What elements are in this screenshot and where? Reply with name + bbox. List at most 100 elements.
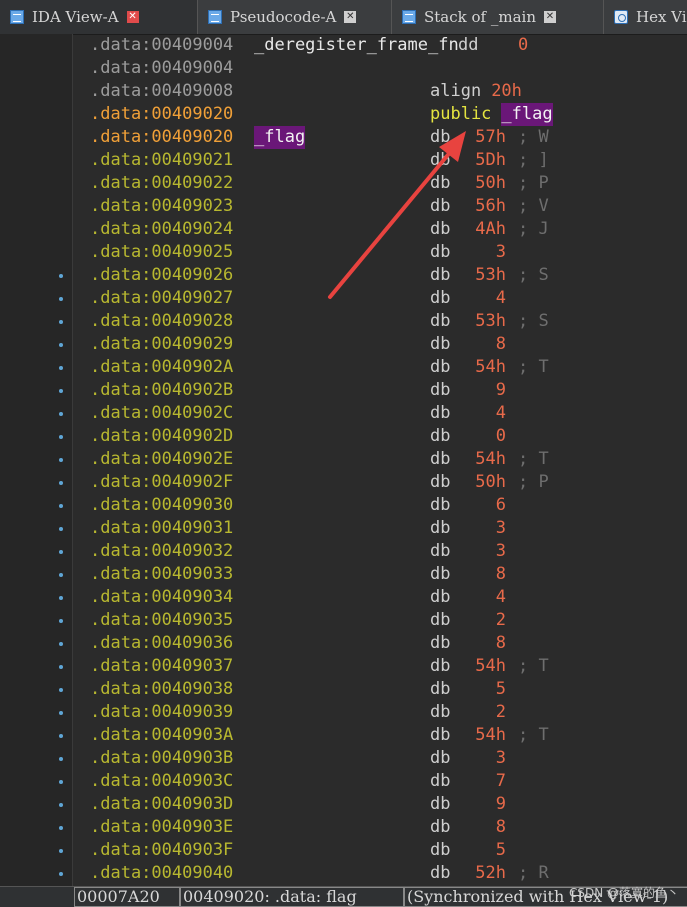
row-address[interactable]: .data:00409020 xyxy=(90,126,233,149)
close-icon[interactable]: ✕ xyxy=(543,11,556,23)
listing-row[interactable]: .data:00409008 align 20h xyxy=(72,80,687,103)
breakpoint-dot-icon[interactable] xyxy=(59,481,63,485)
listing-row[interactable]: .data:0040902B db 9 xyxy=(72,379,687,402)
row-address[interactable]: .data:0040903E xyxy=(90,816,233,839)
row-address[interactable]: .data:0040903C xyxy=(90,770,233,793)
listing-row[interactable]: .data:00409027 db 4 xyxy=(72,287,687,310)
row-label[interactable]: _deregister_frame_fn xyxy=(254,34,459,57)
row-address[interactable]: .data:00409039 xyxy=(90,701,233,724)
breakpoint-dot-icon[interactable] xyxy=(59,435,63,439)
row-operand[interactable]: 8 xyxy=(474,563,506,586)
row-operand[interactable]: 56h xyxy=(474,195,506,218)
listing-row[interactable]: .data:00409004 xyxy=(72,57,687,80)
row-address[interactable]: .data:00409008 xyxy=(90,80,233,103)
listing-row[interactable]: .data:00409025 db 3 xyxy=(72,241,687,264)
row-operand[interactable]: 53h xyxy=(474,310,506,333)
row-address[interactable]: .data:0040903B xyxy=(90,747,233,770)
row-operand[interactable]: 57h xyxy=(474,126,506,149)
listing-row[interactable]: .data:00409020 _flag db 57h ; W xyxy=(72,126,687,149)
listing-row[interactable]: .data:00409035 db 2 xyxy=(72,609,687,632)
breakpoint-dot-icon[interactable] xyxy=(59,343,63,347)
row-operand[interactable]: 3 xyxy=(474,517,506,540)
breakpoint-dot-icon[interactable] xyxy=(59,826,63,830)
breakpoint-dot-icon[interactable] xyxy=(59,757,63,761)
listing-row[interactable]: .data:0040903A db 54h ; T xyxy=(72,724,687,747)
row-address[interactable]: .data:00409036 xyxy=(90,632,233,655)
tab-pseudocode[interactable]: Pseudocode-A ✕ xyxy=(198,0,392,34)
listing-row[interactable]: .data:0040902C db 4 xyxy=(72,402,687,425)
breakpoint-dot-icon[interactable] xyxy=(59,711,63,715)
row-address[interactable]: .data:00409025 xyxy=(90,241,233,264)
breakpoint-dot-icon[interactable] xyxy=(59,573,63,577)
listing-row[interactable]: .data:00409022 db 50h ; P xyxy=(72,172,687,195)
breakpoint-dot-icon[interactable] xyxy=(59,297,63,301)
listing-gutter[interactable] xyxy=(0,34,73,886)
row-operand[interactable]: 5 xyxy=(474,839,506,862)
tab-hex-view[interactable]: Hex View-1 xyxy=(604,0,687,34)
listing-row[interactable]: .data:00409024 db 4Ah ; J xyxy=(72,218,687,241)
listing-row[interactable]: .data:00409033 db 8 xyxy=(72,563,687,586)
row-address[interactable]: .data:0040902F xyxy=(90,471,233,494)
breakpoint-dot-icon[interactable] xyxy=(59,642,63,646)
row-address[interactable]: .data:00409022 xyxy=(90,172,233,195)
breakpoint-dot-icon[interactable] xyxy=(59,688,63,692)
listing-row[interactable]: .data:0040902F db 50h ; P xyxy=(72,471,687,494)
listing-row[interactable]: .data:00409037 db 54h ; T xyxy=(72,655,687,678)
close-icon[interactable]: ✕ xyxy=(126,11,139,23)
row-operand[interactable]: 0 xyxy=(518,34,528,57)
breakpoint-dot-icon[interactable] xyxy=(59,527,63,531)
row-address[interactable]: .data:00409004 xyxy=(90,57,233,80)
listing-row[interactable]: .data:00409038 db 5 xyxy=(72,678,687,701)
listing-row[interactable]: .data:0040902A db 54h ; T xyxy=(72,356,687,379)
row-address[interactable]: .data:0040903A xyxy=(90,724,233,747)
row-operand[interactable]: 8 xyxy=(474,816,506,839)
breakpoint-dot-icon[interactable] xyxy=(59,550,63,554)
row-address[interactable]: .data:00409004 xyxy=(90,34,233,57)
row-operand[interactable]: 54h xyxy=(474,724,506,747)
row-address[interactable]: .data:00409032 xyxy=(90,540,233,563)
row-address[interactable]: .data:00409023 xyxy=(90,195,233,218)
row-operand[interactable]: 8 xyxy=(474,333,506,356)
row-operand[interactable]: 4 xyxy=(474,586,506,609)
listing-row[interactable]: .data:00409004 _deregister_frame_fn dd 0 xyxy=(72,34,687,57)
listing-row[interactable]: .data:00409023 db 56h ; V xyxy=(72,195,687,218)
listing-row[interactable]: .data:0040903B db 3 xyxy=(72,747,687,770)
listing-row[interactable]: .data:00409021 db 5Dh ; ] xyxy=(72,149,687,172)
row-operand[interactable]: 8 xyxy=(474,632,506,655)
row-operand[interactable]: 4 xyxy=(474,402,506,425)
row-operand[interactable]: 4 xyxy=(474,287,506,310)
row-address[interactable]: .data:00409028 xyxy=(90,310,233,333)
row-address[interactable]: .data:0040902E xyxy=(90,448,233,471)
disassembly-listing[interactable]: .data:00409004 _deregister_frame_fn dd 0 .da… xyxy=(72,34,687,886)
breakpoint-dot-icon[interactable] xyxy=(59,412,63,416)
breakpoint-dot-icon[interactable] xyxy=(59,665,63,669)
breakpoint-dot-icon[interactable] xyxy=(59,274,63,278)
row-address[interactable]: .data:00409026 xyxy=(90,264,233,287)
row-address[interactable]: .data:00409030 xyxy=(90,494,233,517)
row-operand[interactable]: 50h xyxy=(474,471,506,494)
row-label[interactable]: _flag xyxy=(254,126,306,149)
listing-row[interactable]: .data:00409026 db 53h ; S xyxy=(72,264,687,287)
breakpoint-dot-icon[interactable] xyxy=(59,619,63,623)
row-operand[interactable]: 3 xyxy=(474,540,506,563)
row-address[interactable]: .data:00409035 xyxy=(90,609,233,632)
listing-row[interactable]: .data:00409032 db 3 xyxy=(72,540,687,563)
row-operand[interactable]: _flag xyxy=(501,103,553,126)
listing-row[interactable]: .data:00409036 db 8 xyxy=(72,632,687,655)
row-operand[interactable]: 20h xyxy=(491,80,522,103)
row-operand[interactable]: 4Ah xyxy=(474,218,506,241)
listing-row[interactable]: .data:00409020 public _flag xyxy=(72,103,687,126)
row-operand[interactable]: 3 xyxy=(474,241,506,264)
row-address[interactable]: .data:00409020 xyxy=(90,103,233,126)
row-operand[interactable]: 5 xyxy=(474,678,506,701)
row-operand[interactable]: 2 xyxy=(474,609,506,632)
row-address[interactable]: .data:00409038 xyxy=(90,678,233,701)
row-address[interactable]: .data:0040903F xyxy=(90,839,233,862)
row-operand[interactable]: 6 xyxy=(474,494,506,517)
breakpoint-dot-icon[interactable] xyxy=(59,596,63,600)
tab-ida-view[interactable]: IDA View-A ✕ xyxy=(0,0,198,34)
breakpoint-dot-icon[interactable] xyxy=(59,849,63,853)
listing-row[interactable]: .data:00409034 db 4 xyxy=(72,586,687,609)
listing-row[interactable]: .data:00409028 db 53h ; S xyxy=(72,310,687,333)
breakpoint-dot-icon[interactable] xyxy=(59,734,63,738)
